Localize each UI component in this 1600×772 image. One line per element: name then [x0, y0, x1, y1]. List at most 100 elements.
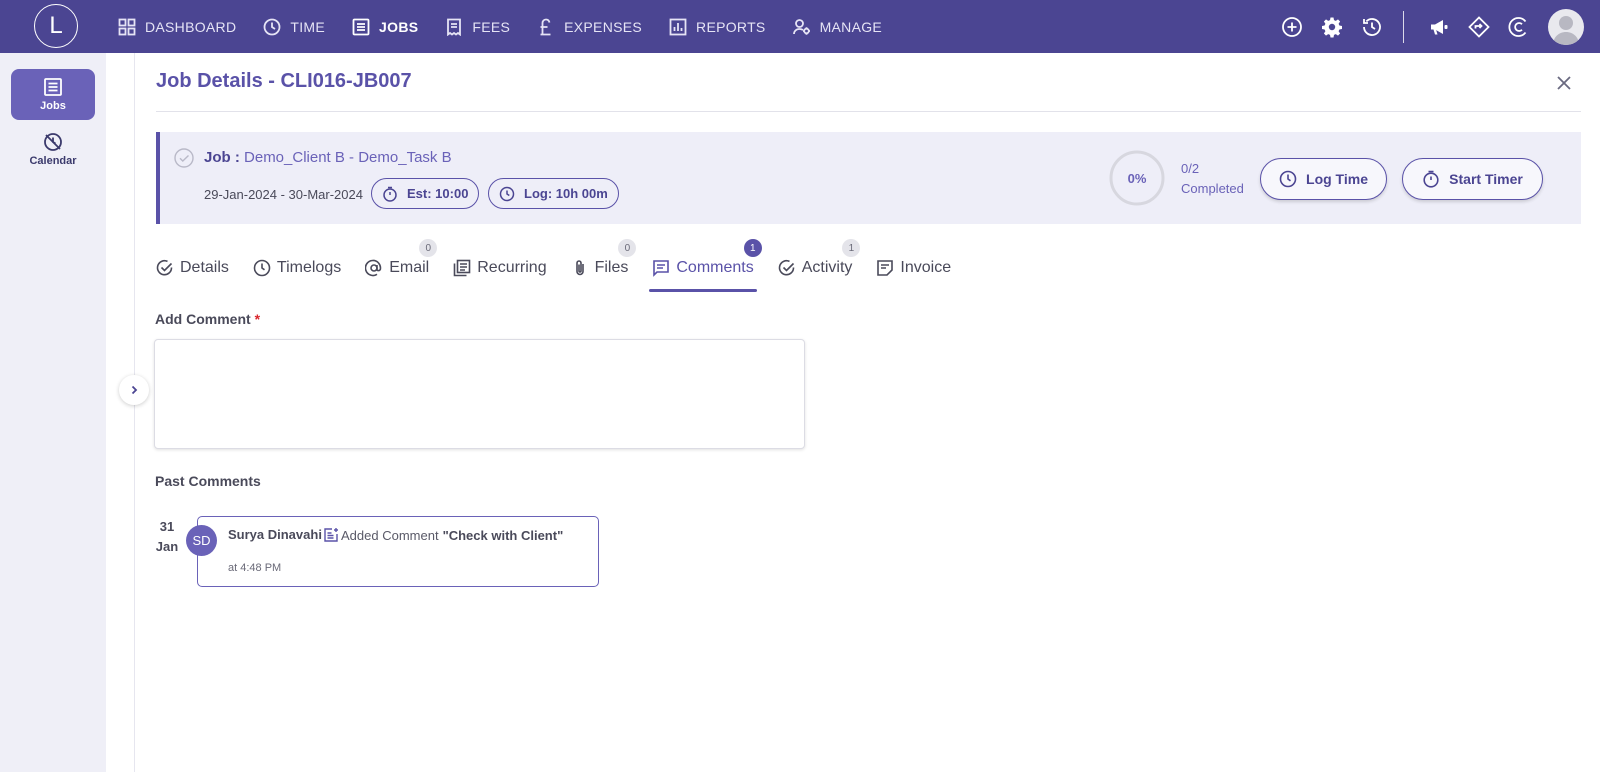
- nav-expenses-label: EXPENSES: [564, 18, 643, 35]
- tab-details[interactable]: Details: [156, 253, 229, 283]
- tab-activity[interactable]: Activity 1: [778, 239, 861, 283]
- pound-icon: [540, 18, 551, 35]
- calendar-off-icon: [44, 133, 62, 151]
- main-nav: DASHBOARD TIME JOBS FEES EXPENSES REPORT…: [118, 0, 909, 53]
- sidebar-item-calendar[interactable]: Calendar: [11, 124, 95, 175]
- comment-time: at 4:48 PM: [228, 562, 282, 574]
- top-nav-bar: L DASHBOARD TIME JOBS FEES EXPENSES REPO…: [0, 0, 1600, 53]
- nav-manage[interactable]: MANAGE: [792, 18, 883, 36]
- nav-jobs-label: JOBS: [379, 18, 419, 35]
- stopwatch-icon: [1423, 170, 1439, 188]
- add-comment-label: Add Comment *: [155, 311, 260, 327]
- required-mark: *: [254, 311, 261, 327]
- announcements-button[interactable]: [1428, 16, 1450, 38]
- close-button[interactable]: [1552, 71, 1576, 95]
- note-add-icon: [324, 528, 338, 542]
- tab-label: Files: [594, 259, 629, 276]
- connect-button[interactable]: [1508, 16, 1530, 38]
- at-sign-icon: [365, 259, 382, 277]
- comment-author-avatar: SD: [186, 525, 217, 556]
- logged-text: Log: 10h 00m: [524, 186, 608, 201]
- tab-count-badge: 1: [743, 239, 762, 257]
- tab-invoice[interactable]: Invoice: [876, 253, 951, 283]
- comment-card: Surya Dinavahi Added Comment "Check with…: [197, 516, 599, 587]
- nav-reports-label: REPORTS: [696, 18, 766, 35]
- job-dates: 29-Jan-2024 - 30-Mar-2024: [204, 187, 363, 202]
- comment-input[interactable]: [154, 339, 805, 449]
- log-time-label: Log Time: [1306, 171, 1368, 187]
- stacked-docs-icon: [453, 259, 471, 277]
- tab-label: Timelogs: [276, 259, 342, 276]
- job-name: Demo_Client B - Demo_Task B: [244, 149, 452, 166]
- nav-fees-label: FEES: [472, 18, 511, 35]
- check-circle-icon: [778, 259, 795, 276]
- tab-timelogs[interactable]: Timelogs: [253, 253, 341, 283]
- logged-pill: Log: 10h 00m: [488, 178, 619, 209]
- completed-summary: 0/2 Completed: [1181, 159, 1244, 199]
- gear-icon: [1322, 17, 1342, 37]
- logo-letter: L: [49, 12, 63, 39]
- tab-count-badge: 0: [419, 239, 438, 257]
- tab-comments[interactable]: Comments 1: [649, 239, 762, 292]
- comment-author: Surya Dinavahi: [228, 527, 322, 542]
- tab-count-badge: 0: [618, 239, 637, 257]
- tab-files[interactable]: Files 0: [571, 239, 637, 283]
- comment-day: 31: [159, 519, 175, 534]
- sidebar-gutter: [106, 53, 135, 772]
- left-sidebar: Jobs Calendar: [0, 53, 106, 772]
- log-time-button[interactable]: Log Time: [1260, 158, 1387, 200]
- add-button[interactable]: [1281, 16, 1303, 38]
- tab-recurring[interactable]: Recurring: [453, 253, 547, 283]
- megaphone-icon: [1431, 19, 1448, 34]
- comment-text: "Check with Client": [442, 527, 564, 543]
- detail-tabs: Details Timelogs Email 0 Recurring Files…: [156, 239, 975, 293]
- comment-action: Added Comment "Check with Client": [323, 527, 563, 543]
- avatar-initials: SD: [192, 533, 211, 548]
- progress-percent: 0%: [1127, 170, 1147, 186]
- tab-label: Recurring: [477, 259, 547, 276]
- receipt-icon: [447, 18, 462, 36]
- sidebar-item-jobs[interactable]: Jobs: [11, 69, 95, 120]
- nav-expenses[interactable]: EXPENSES: [537, 18, 642, 36]
- clock-icon: [499, 186, 515, 201]
- past-comments-label: Past Comments: [155, 473, 261, 489]
- nav-time[interactable]: TIME: [263, 18, 325, 36]
- settings-button[interactable]: [1321, 16, 1343, 38]
- invoice-icon: [877, 260, 894, 276]
- start-timer-button[interactable]: Start Timer: [1402, 158, 1543, 200]
- tab-label: Details: [180, 259, 229, 276]
- tab-label: Comments: [676, 259, 754, 276]
- job-summary-card: Job : Demo_Client B - Demo_Task B 29-Jan…: [156, 132, 1581, 224]
- nav-dashboard[interactable]: DASHBOARD: [118, 18, 236, 36]
- app-logo[interactable]: L: [34, 4, 78, 48]
- job-complete-toggle-icon[interactable]: [174, 148, 194, 168]
- close-icon: [1557, 76, 1571, 90]
- job-name-line: Job : Demo_Client B - Demo_Task B: [204, 149, 452, 166]
- history-button[interactable]: [1361, 16, 1383, 38]
- tab-label: Activity: [801, 259, 853, 276]
- comment-icon: [653, 260, 670, 277]
- clock-icon: [1279, 170, 1297, 188]
- nav-manage-label: MANAGE: [819, 18, 883, 35]
- estimate-pill: Est: 10:00: [371, 178, 480, 209]
- tab-email[interactable]: Email 0: [365, 239, 438, 283]
- user-silhouette-icon: [1553, 15, 1579, 45]
- nav-jobs[interactable]: JOBS: [352, 18, 418, 36]
- title-divider: [156, 111, 1581, 112]
- dashboard-grid-icon: [118, 18, 136, 35]
- sidebar-item-label: Calendar: [29, 155, 77, 167]
- job-details-panel: Job Details - CLI016-JB007 Job : Demo_Cl…: [136, 53, 1600, 772]
- manage-users-icon: [792, 18, 810, 35]
- integrations-button[interactable]: [1468, 15, 1490, 38]
- clock-icon: [263, 18, 281, 35]
- nav-fees[interactable]: FEES: [445, 18, 510, 36]
- tab-label: Email: [389, 259, 430, 276]
- page-title: Job Details - CLI016-JB007: [156, 70, 412, 92]
- list-icon: [352, 18, 370, 35]
- tab-count-badge: 1: [842, 239, 861, 257]
- user-avatar[interactable]: [1548, 8, 1584, 45]
- completed-label: Completed: [1181, 181, 1244, 196]
- comment-date: 31 Jan: [155, 517, 179, 557]
- comment-month: Jan: [155, 539, 179, 554]
- nav-reports[interactable]: REPORTS: [669, 18, 766, 36]
